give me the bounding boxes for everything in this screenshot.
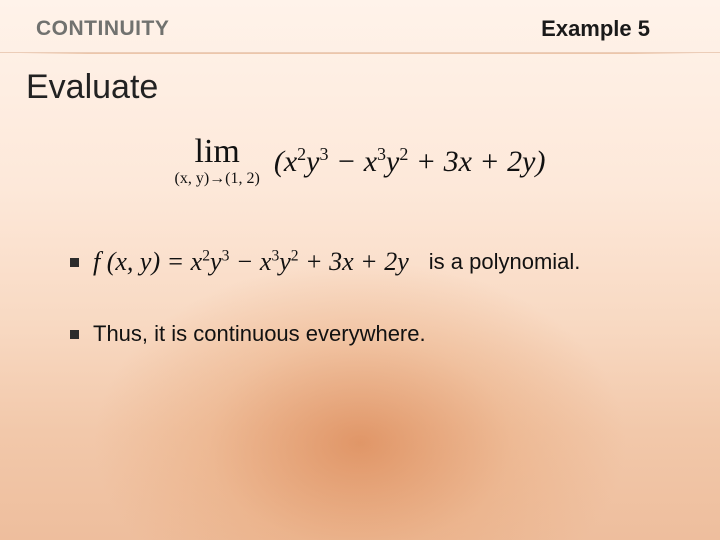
bullet-icon bbox=[70, 258, 79, 267]
slide-title: Evaluate bbox=[26, 68, 720, 107]
limit-operator: lim (x, y)→(1, 2) bbox=[175, 135, 260, 187]
bullet-icon bbox=[70, 330, 79, 339]
limit-expression: lim (x, y)→(1, 2) (x2y3 − x3y2 + 3x + 2y… bbox=[0, 135, 720, 187]
example-number: Example 5 bbox=[541, 16, 650, 42]
limit-body: (x2y3 − x3y2 + 3x + 2y) bbox=[274, 144, 546, 179]
bullet-item-1: f (x, y) = x2y3 − x3y2 + 3x + 2y is a po… bbox=[70, 247, 672, 277]
lim-word: lim bbox=[195, 135, 240, 169]
bullet-list: f (x, y) = x2y3 − x3y2 + 3x + 2y is a po… bbox=[70, 247, 672, 347]
bullet-item-2: Thus, it is continuous everywhere. bbox=[70, 321, 672, 347]
limit-approach: (x, y)→(1, 2) bbox=[175, 171, 260, 187]
function-definition: f (x, y) = x2y3 − x3y2 + 3x + 2y bbox=[93, 247, 409, 277]
bullet-1-tail: is a polynomial. bbox=[429, 249, 581, 275]
header-separator bbox=[20, 53, 700, 54]
slide-header: CONTINUITY Example 5 bbox=[0, 0, 720, 53]
topic-label: CONTINUITY bbox=[36, 17, 169, 41]
bullet-2-text: Thus, it is continuous everywhere. bbox=[93, 321, 426, 347]
